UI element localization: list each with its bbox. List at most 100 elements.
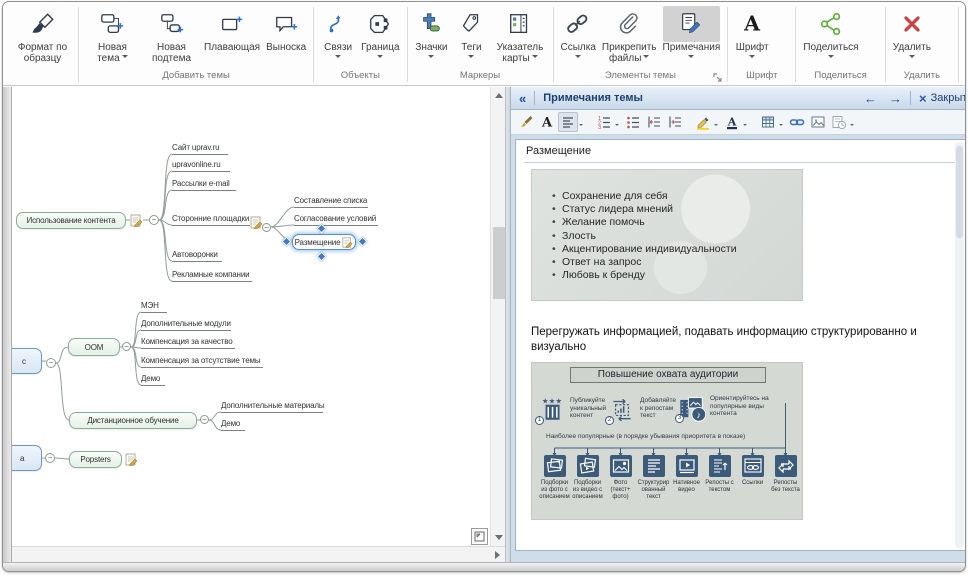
ribbon-divider (958, 7, 959, 82)
canvas-horizontal-scrollbar[interactable] (12, 546, 506, 562)
vertical-scroll-thumb[interactable] (493, 227, 505, 299)
tags-button[interactable]: Теги (451, 4, 491, 61)
bullet-list-button[interactable] (623, 112, 643, 132)
map-topic[interactable]: upravonline.ru (172, 159, 230, 172)
collapse-toggle[interactable]: − (149, 215, 159, 225)
boundary-button[interactable]: Граница (358, 4, 402, 61)
topic-notes-icon[interactable] (125, 453, 138, 466)
map-topic[interactable]: Дополнительные материалы (221, 400, 323, 413)
collapse-toggle[interactable]: − (122, 342, 131, 351)
map-topic-node[interactable]: Использование контента (16, 212, 126, 229)
new-topic-button[interactable]: Новая тема (83, 4, 142, 64)
ranking-label: Ссылки (736, 480, 769, 487)
insert-link-button[interactable] (787, 112, 807, 132)
topic-label: Рассылки e-mail (172, 179, 230, 188)
map-topic[interactable]: Сторонние площадки (172, 213, 250, 226)
selection-handle[interactable] (317, 252, 327, 262)
dialog-launcher-icon[interactable] (713, 73, 723, 83)
map-topic[interactable]: МЭН (141, 300, 167, 313)
step-number: 1 (535, 416, 544, 425)
svg-text:♪: ♪ (696, 410, 701, 420)
chevron-down-icon (575, 55, 581, 61)
insert-table-button[interactable] (758, 112, 778, 132)
collapse-toggle[interactable]: − (200, 415, 209, 424)
collapse-toggle[interactable]: − (46, 358, 56, 368)
map-topic[interactable]: Демо (141, 373, 165, 386)
next-note-button[interactable]: → (889, 92, 902, 105)
share-button[interactable]: Поделиться (800, 4, 861, 61)
bullet-item: Злость (550, 230, 737, 243)
icons-button[interactable]: Значки (411, 4, 451, 61)
topic-label: Размещение (295, 238, 341, 247)
callout-button[interactable]: Выноска (263, 4, 309, 53)
selected-topic-node[interactable]: Размещение (292, 234, 356, 250)
font-button[interactable]: A Шрифт (732, 4, 772, 61)
map-topic[interactable]: Составление списка (294, 195, 368, 208)
button-label: Новая подтема (152, 42, 191, 64)
close-panel-label[interactable]: Закрыть (931, 92, 966, 104)
delete-button[interactable]: Удалить (890, 4, 934, 61)
ribbon-divider (78, 7, 79, 82)
map-topic-node-clipped[interactable]: а (12, 445, 42, 471)
topic-notes-icon[interactable] (130, 214, 143, 227)
floating-topic-button[interactable]: Плавающая (201, 4, 263, 53)
note-editor[interactable]: Размещение Сохранение для себя Статус ли… (515, 139, 966, 551)
format-painter-small-button[interactable] (516, 112, 536, 132)
collapse-panel-button[interactable]: « (519, 91, 526, 106)
relationships-button[interactable]: Связи (318, 4, 358, 61)
topic-label: Демо (221, 419, 240, 428)
chevron-down-icon[interactable] (850, 124, 854, 128)
note-image-bullets[interactable]: Сохранение для себя Статус лидера мнений… (531, 169, 803, 301)
chevron-down-icon[interactable] (615, 124, 619, 128)
indent-button[interactable] (665, 112, 685, 132)
attach-files-button[interactable]: Прикрепить файлы (599, 4, 660, 64)
map-topic[interactable]: Компенсация за отсутствие темы (141, 355, 263, 368)
map-topic[interactable]: Согласование условий (294, 213, 378, 226)
chevron-down-icon (532, 55, 538, 61)
chevron-down-icon[interactable] (779, 124, 783, 128)
previous-note-button[interactable]: ← (864, 92, 877, 105)
selection-handle[interactable] (358, 237, 368, 247)
new-subtopic-button[interactable]: Новая подтема (142, 4, 201, 64)
map-index-button[interactable]: Указатель карты (491, 4, 548, 64)
canvas-vertical-scrollbar[interactable] (490, 87, 506, 546)
map-topic[interactable]: Компенсация за качество (141, 336, 235, 349)
selection-handle[interactable] (282, 237, 292, 247)
topic-label: с (22, 357, 26, 366)
map-topic[interactable]: Сайт uprav.ru (172, 142, 228, 155)
map-topic-node[interactable]: Popsters (69, 451, 122, 468)
notes-button[interactable]: Примечания (660, 4, 724, 61)
font-small-button[interactable]: A (537, 112, 557, 132)
font-color-button[interactable]: A (722, 112, 742, 132)
collapse-toggle[interactable]: − (262, 223, 271, 232)
link-button[interactable]: Ссылка (557, 4, 598, 61)
numbered-list-button[interactable]: 123 (594, 112, 614, 132)
topic-notes-icon[interactable] (342, 237, 353, 248)
map-topic[interactable]: Рекламные компании (172, 269, 252, 282)
close-panel-icon[interactable]: × (919, 92, 927, 105)
note-image-infographic[interactable]: Повышение охвата аудитории ★★★ 1 Публику… (531, 362, 803, 520)
note-scrollbar[interactable] (955, 142, 964, 548)
topic-notes-panel: « Примечания темы ← → × Закрыть A 123 (511, 87, 966, 562)
map-topic[interactable]: Дополнительные модули (141, 318, 231, 331)
format-painter-button[interactable]: Формат по образцу (11, 4, 74, 64)
map-topic[interactable]: Автоворонки (172, 249, 222, 262)
chevron-down-icon[interactable] (743, 124, 747, 128)
chevron-down-icon[interactable] (579, 124, 583, 128)
fit-map-button[interactable] (471, 528, 488, 545)
collapse-toggle[interactable]: − (45, 453, 55, 463)
timestamp-button[interactable] (829, 112, 849, 132)
map-topic-node-clipped[interactable]: с (12, 348, 42, 374)
highlight-button[interactable] (693, 112, 713, 132)
scroll-right-button[interactable] (490, 547, 506, 563)
align-button[interactable] (558, 112, 578, 132)
outdent-button[interactable] (644, 112, 664, 132)
mindmap-canvas[interactable]: Использование контента − Сайт uprav.ru u… (12, 87, 490, 546)
chevron-down-icon[interactable] (714, 124, 718, 128)
insert-image-button[interactable] (808, 112, 828, 132)
map-topic-node[interactable]: Дистанционное обучение (69, 412, 197, 429)
map-topic[interactable]: Рассылки e-mail (172, 178, 236, 191)
note-scroll-thumb[interactable] (956, 146, 963, 238)
map-topic-node[interactable]: ООМ (68, 338, 120, 356)
map-topic[interactable]: Демо (221, 418, 245, 431)
